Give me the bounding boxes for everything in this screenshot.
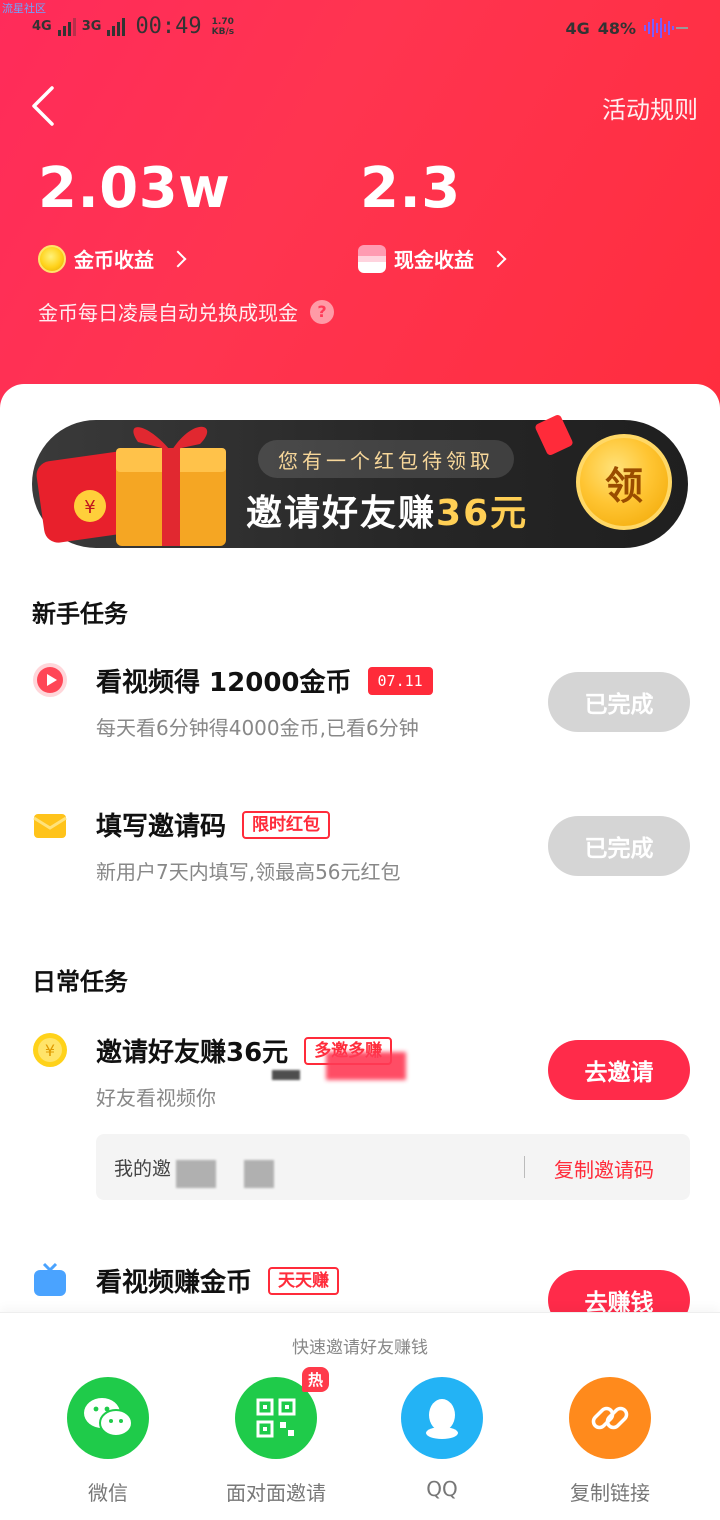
signal-icon — [57, 17, 76, 36]
battery-percent: 48% — [597, 18, 636, 38]
share-label: QQ — [426, 1477, 458, 1501]
back-button[interactable] — [28, 84, 68, 128]
status-left: 4G 3G 00:49 1.70 KB/s — [32, 14, 234, 39]
section-newbie: 新手任务 — [32, 600, 128, 628]
banner-headline: 邀请好友赚36元 — [246, 484, 528, 536]
task-title-text: 看视频赚金币 — [96, 1268, 253, 1298]
chevron-right-icon — [489, 250, 507, 267]
task-desc: 每天看6分钟得4000金币,已看6分钟 — [96, 716, 419, 740]
share-copy-link[interactable]: 复制链接 — [530, 1377, 690, 1506]
section-daily: 日常任务 — [32, 968, 128, 996]
task-status-button[interactable]: 已完成 — [548, 672, 690, 732]
share-sheet-title: 快速邀请好友赚钱 — [292, 1338, 428, 1358]
task-tag: 限时红包 — [242, 810, 331, 839]
task-title: 填写邀请码 限时红包 — [96, 806, 331, 843]
task-status-button[interactable]: 已完成 — [548, 816, 690, 876]
coin-earnings-link[interactable]: 金币收益 — [38, 244, 187, 273]
net-speed-value: 1.70 — [211, 16, 234, 27]
task-tag: 07.11 — [367, 666, 433, 695]
qq-glyph — [426, 1399, 458, 1439]
coin-icon — [38, 244, 66, 273]
status-bar: 4G 3G 00:49 1.70 KB/s 4G 48% — [0, 8, 720, 44]
activity-rules-link[interactable]: 活动规则 — [602, 90, 698, 125]
redaction — [326, 1052, 406, 1080]
exchange-tip-text: 金币每日凌晨自动兑换成现金 — [38, 301, 298, 325]
wechat-icon — [67, 1377, 149, 1459]
hot-badge: 热 — [301, 1367, 329, 1392]
net-speed-unit: KB/s — [211, 26, 235, 37]
coin-earnings-label: 金币收益 — [74, 248, 154, 272]
chevron-left-icon — [32, 86, 54, 126]
cash-earnings-label: 现金收益 — [394, 248, 474, 272]
play-icon — [33, 663, 67, 697]
envelope-icon — [534, 413, 574, 457]
redaction — [272, 1070, 300, 1080]
qr-glyph — [256, 1398, 296, 1438]
link-icon — [569, 1377, 651, 1459]
divider — [524, 1156, 525, 1178]
share-label: 微信 — [88, 1481, 128, 1505]
share-qq[interactable]: QQ — [362, 1377, 522, 1501]
cash-icon — [358, 244, 386, 273]
task-title-text: 填写邀请码 — [96, 812, 227, 842]
signal-icon-2 — [107, 17, 126, 36]
coin-earnings-value: 2.03w — [38, 156, 231, 221]
cash-earnings-value: 2.3 — [360, 156, 461, 221]
link-glyph — [591, 1406, 629, 1430]
redaction — [176, 1160, 216, 1188]
svg-text:¥: ¥ — [84, 497, 95, 518]
chevron-right-icon — [169, 250, 187, 267]
help-icon[interactable]: ? — [310, 299, 334, 324]
tv-icon — [34, 1262, 66, 1296]
task-tag: 天天赚 — [268, 1266, 340, 1295]
banner-pill: 您有一个红包待领取 — [258, 440, 514, 478]
envelope-icon — [33, 814, 67, 838]
gift-icon: ¥ — [36, 426, 226, 546]
net-speed: 1.70 KB/s — [212, 17, 234, 37]
task-desc: 好友看视频你 — [96, 1086, 216, 1110]
banner-headline-text: 邀请好友赚 — [246, 493, 437, 534]
banner-amount: 36元 — [436, 493, 529, 534]
qq-icon — [401, 1377, 483, 1459]
redaction — [244, 1160, 274, 1188]
share-label: 复制链接 — [570, 1481, 650, 1505]
coin-icon: ¥ — [33, 1033, 67, 1067]
audio-wave-icon — [644, 18, 688, 38]
qr-code-icon: 热 — [235, 1367, 329, 1459]
invite-banner[interactable]: ¥ 您有一个红包待领取 邀请好友赚36元 领 — [32, 413, 688, 548]
share-label: 面对面邀请 — [226, 1481, 326, 1505]
network-type-2: 3G — [81, 19, 102, 34]
task-title: 看视频赚金币 天天赚 — [96, 1262, 340, 1299]
cash-earnings-link[interactable]: 现金收益 — [358, 244, 507, 273]
claim-button[interactable]: 领 — [576, 434, 672, 530]
status-right: 4G 48% — [565, 18, 688, 38]
network-type-right: 4G — [565, 18, 590, 38]
task-title-text: 邀请好友赚36元 — [96, 1038, 289, 1068]
task-title: 看视频得 12000金币 07.11 — [96, 662, 433, 699]
task-desc: 新用户7天内填写,领最高56元红包 — [96, 860, 401, 884]
invite-code-label: 我的邀 — [114, 1158, 172, 1180]
clock: 00:49 — [135, 14, 202, 39]
share-face-to-face[interactable]: 热 面对面邀请 — [196, 1367, 356, 1506]
share-wechat[interactable]: 微信 — [28, 1377, 188, 1506]
wechat-glyph — [84, 1398, 133, 1437]
copy-invite-code-button[interactable]: 复制邀请码 — [554, 1154, 654, 1183]
task-title-text: 看视频得 12000金币 — [96, 668, 352, 698]
exchange-tip: 金币每日凌晨自动兑换成现金 ? — [38, 297, 334, 326]
network-type-1: 4G — [32, 19, 52, 34]
share-sheet: 快速邀请好友赚钱 微信 热 面对面邀请 QQ 复制链接 — [0, 1312, 720, 1520]
go-invite-button[interactable]: 去邀请 — [548, 1040, 690, 1100]
svg-text:¥: ¥ — [45, 1041, 55, 1060]
